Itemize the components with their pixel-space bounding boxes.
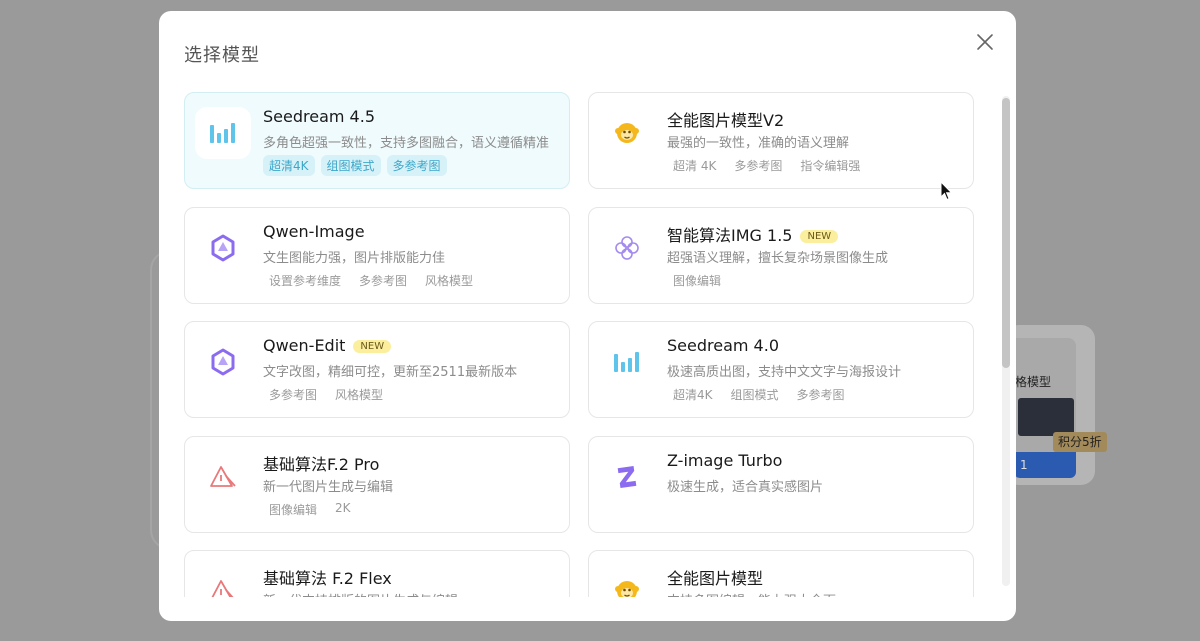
model-tag: 多参考图: [386, 155, 447, 176]
qwen-icon: [195, 222, 251, 274]
model-card[interactable]: Seedream 4.0 极速高质出图，支持中文文字与海报设计超清4K 组图模式 多参…: [588, 321, 974, 418]
model-card[interactable]: Qwen-Edit NEW 文字改图，精细可控，更新至2511最新版本多参考图 风格模…: [184, 321, 570, 418]
monkey-icon: [599, 565, 655, 597]
model-tag: 超清4K: [673, 388, 713, 402]
model-description: 新一代支持排版的图片生成与编辑: [263, 590, 458, 597]
model-tag: 超清 4K: [673, 159, 717, 173]
scrollbar-thumb[interactable]: [1002, 98, 1010, 368]
model-tag: 组图模式: [320, 155, 381, 176]
background-card-label: 格模型: [1015, 375, 1052, 389]
model-tags: 图像编辑 2K: [263, 499, 357, 520]
model-tag: 图像编辑: [673, 273, 722, 288]
model-name-text: 基础算法F.2 Pro: [263, 454, 380, 474]
model-tag: 多参考图: [359, 273, 408, 288]
model-description: 超强语义理解，擅长复杂场景图像生成: [667, 250, 889, 266]
bar-chart-icon: [195, 107, 251, 159]
model-name: 全能图片模型V2: [667, 107, 784, 131]
modal-title: 选择模型: [184, 45, 260, 66]
model-tag: 风格模型: [425, 273, 474, 288]
background-badge: 积分5折: [1053, 432, 1107, 452]
model-description: 极速高质出图，支持中文文字与海报设计: [667, 365, 902, 380]
new-badge: NEW: [800, 229, 839, 243]
knot-icon: [599, 222, 655, 274]
close-button[interactable]: [974, 31, 996, 53]
model-tags: 设置参考维度 多参考图 风格模型: [263, 270, 479, 291]
model-tags: 超清 4K 多参考图 指令编辑强: [667, 155, 866, 176]
model-tag: 设置参考维度: [269, 273, 342, 288]
model-list[interactable]: Seedream 4.5 多角色超强一致性，支持多图融合，语义遵循精准 超清4K 组图…: [184, 92, 974, 597]
z-icon: [599, 451, 655, 503]
qwen-icon: [195, 336, 251, 388]
model-name: 智能算法IMG 1.5 NEW: [667, 222, 839, 246]
background-button: 1: [1014, 452, 1076, 478]
model-tag: 组图模式: [730, 388, 779, 402]
model-tags: 多参考图 风格模型: [263, 384, 389, 405]
model-name: 基础算法F.2 Pro: [263, 451, 379, 475]
model-name: Seedream 4.5: [263, 107, 375, 126]
model-name-text: Seedream 4.0: [667, 336, 779, 355]
model-tag: 超清4K: [263, 155, 315, 176]
triangle-icon: [195, 565, 251, 597]
new-badge: NEW: [353, 340, 392, 353]
model-description: 文字改图，精细可控，更新至2511最新版本: [263, 365, 518, 380]
model-name-text: Qwen-Image: [263, 221, 365, 241]
model-card[interactable]: 智能算法IMG 1.5 NEW 超强语义理解，擅长复杂场景图像生成图像编辑: [588, 206, 974, 304]
triangle-icon: [195, 451, 251, 503]
model-card[interactable]: 全能图片模型V2 最强的一致性，准确的语义理解超清 4K 多参考图 指令编辑强: [588, 92, 974, 189]
model-select-modal: 选择模型 Seedream 4.5 多角色超强一致性，支持多图融合，语义遵循精准超…: [159, 11, 1016, 621]
model-name-text: 全能图片模型V2: [667, 111, 785, 130]
model-tag: 指令编辑强: [800, 159, 861, 173]
model-description: 文生图能力强，图片排版能力佳: [263, 250, 446, 266]
model-description: 支持多图编辑，能力强大全面: [667, 590, 836, 597]
model-tags: 图像编辑: [667, 270, 727, 291]
model-description: 多角色超强一致性，支持多图融合，语义遵循精准: [263, 136, 550, 151]
close-icon: [977, 34, 993, 50]
model-tag: 风格模型: [335, 388, 384, 402]
model-tag: 图像编辑: [269, 502, 318, 517]
scrollbar[interactable]: [1002, 96, 1010, 586]
bar-chart-icon: [599, 336, 655, 388]
model-name-text: Qwen-Edit: [263, 336, 346, 355]
model-tag: 多参考图: [269, 388, 318, 402]
model-name-text: Z-image Turbo: [667, 450, 783, 470]
model-name-text: 智能算法IMG 1.5: [667, 225, 793, 245]
model-tag: 多参考图: [734, 159, 783, 173]
model-name: Z-image Turbo: [667, 451, 782, 470]
model-card[interactable]: 基础算法 F.2 Flex 新一代支持排版的图片生成与编辑: [184, 550, 570, 597]
background-thumbnail: [1018, 398, 1074, 436]
model-name-text: 全能图片模型: [667, 569, 764, 588]
model-name: 全能图片模型: [667, 565, 763, 589]
model-tags: 超清4K 组图模式 多参考图: [667, 384, 851, 405]
model-description: 极速生成，适合真实感图片: [667, 479, 824, 495]
model-card[interactable]: 基础算法F.2 Pro 新一代图片生成与编辑图像编辑 2K: [184, 435, 570, 533]
model-tags: 超清4K 组图模式 多参考图: [263, 155, 447, 176]
model-tag: 2K: [335, 500, 351, 515]
model-name: Qwen-Image: [263, 222, 365, 241]
monkey-icon: [599, 107, 655, 159]
model-card[interactable]: 全能图片模型支持多图编辑，能力强大全面: [588, 550, 974, 597]
mouse-cursor-icon: [940, 181, 953, 201]
model-name-text: 基础算法 F.2 Flex: [263, 569, 392, 588]
model-card[interactable]: Z-image Turbo 极速生成，适合真实感图片: [588, 435, 974, 533]
model-name: Qwen-Edit NEW: [263, 336, 392, 355]
model-tag: 多参考图: [796, 388, 845, 402]
model-name: 基础算法 F.2 Flex: [263, 565, 392, 589]
model-description: 新一代图片生成与编辑: [263, 479, 394, 495]
model-card[interactable]: Seedream 4.5 多角色超强一致性，支持多图融合，语义遵循精准超清4K 组图…: [184, 92, 570, 189]
model-card[interactable]: Qwen-Image 文生图能力强，图片排版能力佳设置参考维度 多参考图 风格模型: [184, 206, 570, 304]
model-name: Seedream 4.0: [667, 336, 779, 355]
model-name-text: Seedream 4.5: [263, 107, 375, 126]
model-description: 最强的一致性，准确的语义理解: [667, 136, 850, 151]
